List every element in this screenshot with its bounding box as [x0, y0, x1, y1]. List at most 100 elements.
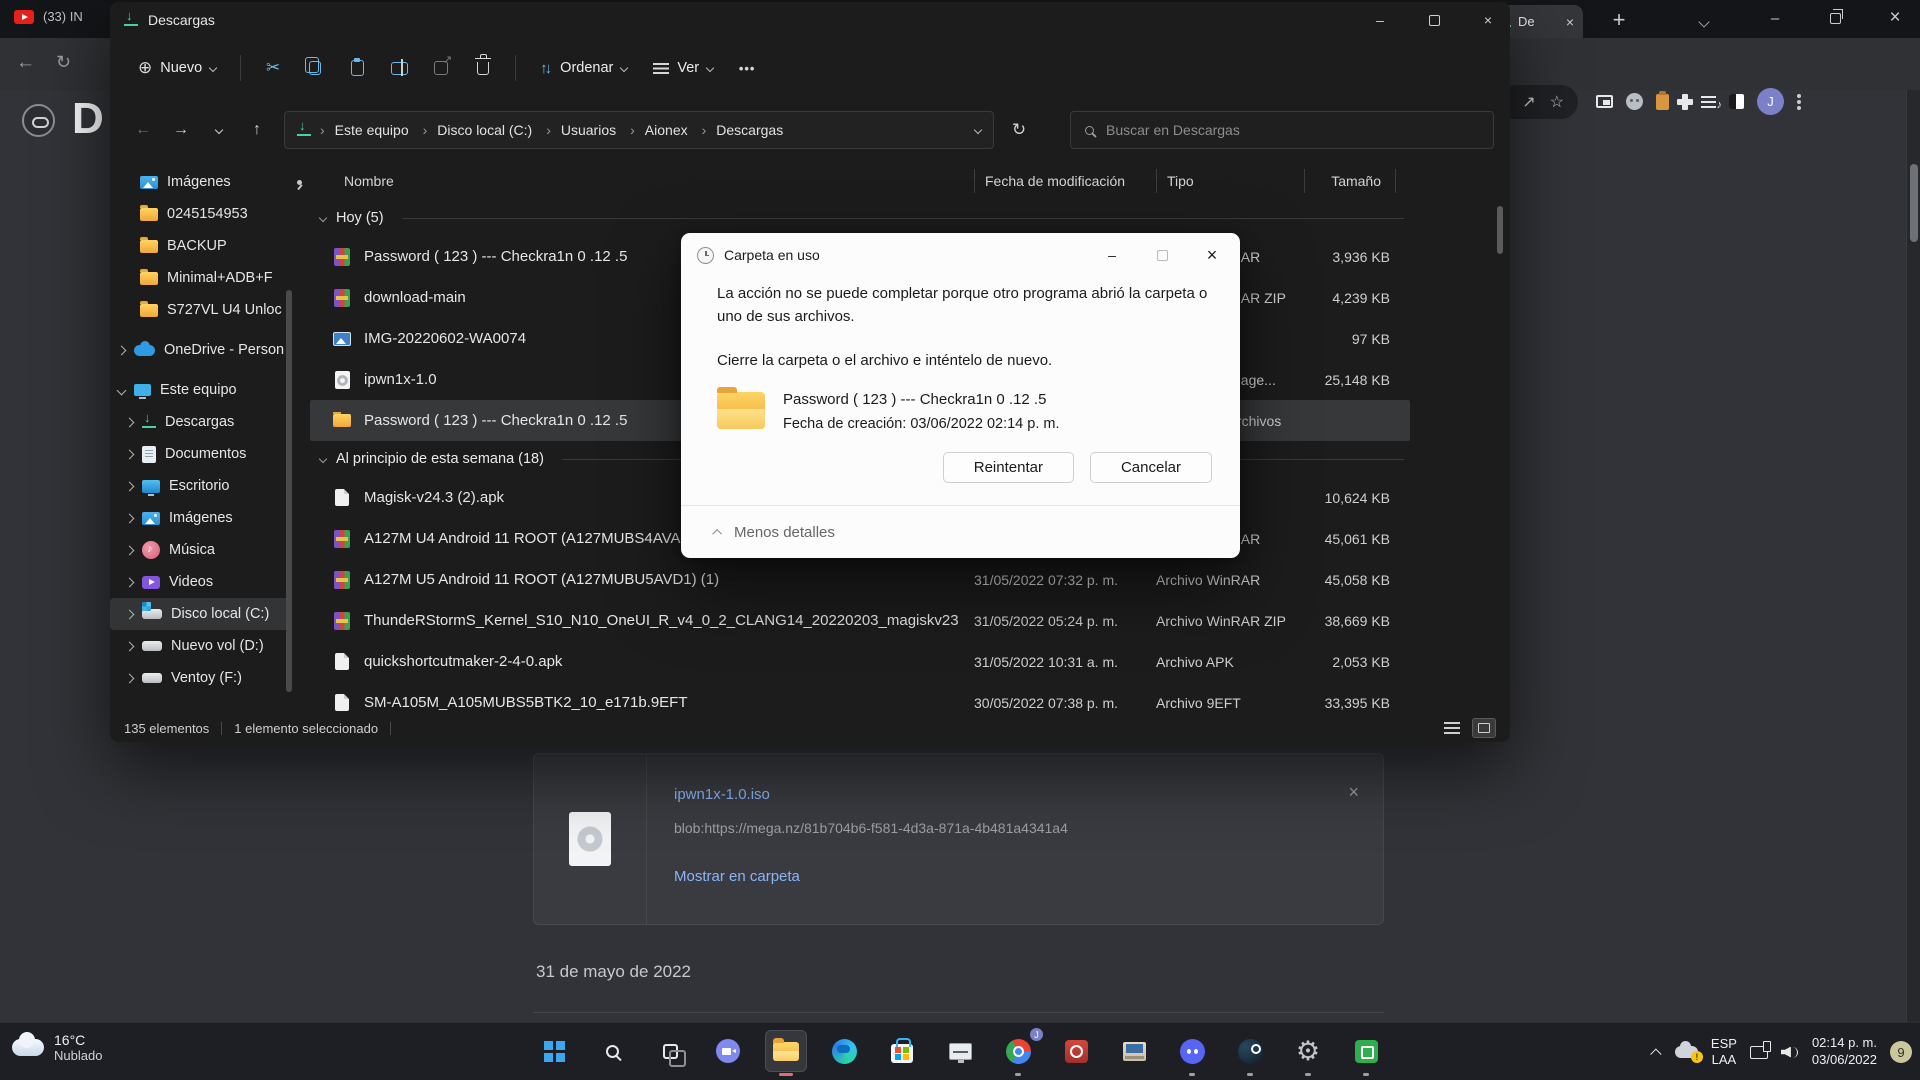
clock[interactable]: 02:14 p. m. 03/06/2022	[1812, 1035, 1877, 1069]
dialog-minimize-button[interactable]: –	[1092, 238, 1132, 272]
onedrive-tray-icon[interactable]	[1675, 1046, 1698, 1058]
sidebar-item[interactable]: Música	[110, 534, 310, 566]
sort-button[interactable]: ↑↓ Ordenar	[530, 49, 637, 87]
address-dropdown-chevron[interactable]	[974, 126, 982, 134]
column-header[interactable]: Tipo	[1156, 169, 1304, 193]
system-app-button[interactable]	[939, 1030, 981, 1072]
details-view-icon[interactable]	[1444, 722, 1460, 735]
group-header-today[interactable]: Hoy (5)	[310, 200, 1410, 236]
tab-search-chevron-icon[interactable]	[1700, 13, 1708, 31]
sidebar-item[interactable]: Documentos	[110, 438, 310, 470]
breadcrumb-item[interactable]: Descargas	[697, 122, 789, 138]
browser-reload-icon[interactable]: ↻	[56, 52, 71, 73]
sidebar-item[interactable]: Descargas	[110, 406, 310, 438]
expand-chevron-icon[interactable]	[125, 673, 135, 683]
extensions-puzzle-icon[interactable]	[1682, 94, 1688, 110]
breadcrumb-item[interactable]: Este equipo	[315, 122, 414, 138]
dialog-maximize-button[interactable]	[1142, 238, 1182, 272]
breadcrumb-item[interactable]: Usuarios	[541, 122, 621, 138]
browser-scrollbar[interactable]	[1906, 90, 1920, 1022]
koala-extension-icon[interactable]	[1626, 93, 1643, 110]
refresh-button[interactable]: ↻	[1002, 113, 1036, 147]
maximize-button[interactable]	[1412, 3, 1456, 37]
show-in-folder-link[interactable]: Mostrar en carpeta	[674, 868, 800, 885]
rename-button[interactable]	[381, 50, 417, 86]
network-icon[interactable]	[1750, 1046, 1768, 1059]
pc-app-button[interactable]	[1113, 1030, 1155, 1072]
less-details-link[interactable]: Menos detalles	[734, 524, 835, 541]
share-icon[interactable]: ↗	[1522, 92, 1535, 112]
retry-button[interactable]: Reintentar	[943, 452, 1074, 483]
expand-chevron-icon[interactable]	[125, 609, 135, 619]
copy-button[interactable]	[297, 50, 333, 86]
expand-chevron-icon[interactable]	[125, 545, 135, 555]
cut-button[interactable]: ✂	[255, 50, 291, 86]
notification-count-badge[interactable]: 9	[1890, 1041, 1912, 1063]
expand-chevron-icon[interactable]	[125, 481, 135, 491]
file-row[interactable]: ThundeRStormS_Kernel_S10_N10_OneUI_R_v4_…	[310, 600, 1410, 641]
pip-extension-icon[interactable]	[1596, 95, 1613, 108]
sidebar-item[interactable]: Escritorio	[110, 470, 310, 502]
clipboard-extension-icon[interactable]	[1656, 94, 1669, 110]
breadcrumb-item[interactable]: Disco local (C:)	[418, 122, 538, 138]
share-button[interactable]	[423, 50, 459, 86]
browser-scrollbar-thumb[interactable]	[1910, 164, 1918, 242]
playlist-extension-icon[interactable]	[1701, 96, 1716, 108]
back-button[interactable]: ←	[126, 113, 160, 147]
file-list-scrollbar-thumb[interactable]	[1497, 206, 1503, 254]
sidebar-item[interactable]: Este equipo	[110, 374, 310, 406]
taskbar-search-button[interactable]	[591, 1030, 633, 1072]
steam-button[interactable]	[1229, 1030, 1271, 1072]
language-indicator[interactable]: ESP LAA	[1711, 1036, 1737, 1069]
view-button[interactable]: Ver	[643, 49, 723, 87]
dialog-close-button[interactable]: ×	[1192, 238, 1232, 272]
sidebar-scrollbar-thumb[interactable]	[286, 290, 292, 692]
recent-locations-chevron[interactable]	[202, 113, 236, 147]
edge-button[interactable]	[823, 1030, 865, 1072]
collapse-chevron-icon[interactable]	[319, 455, 327, 463]
delete-button[interactable]	[465, 50, 501, 86]
chrome-button[interactable]: J	[997, 1030, 1039, 1072]
task-view-button[interactable]	[649, 1030, 691, 1072]
start-button[interactable]	[533, 1030, 575, 1072]
expand-chevron-icon[interactable]	[125, 641, 135, 651]
file-row[interactable]: A127M U5 Android 11 ROOT (A127MUBU5AVD1)…	[310, 559, 1410, 600]
paste-button[interactable]	[339, 50, 375, 86]
file-row[interactable]: quickshortcutmaker-2-4-0.apk 31/05/2022 …	[310, 641, 1410, 682]
green-app-button[interactable]	[1345, 1030, 1387, 1072]
tab-close-icon[interactable]: ×	[1566, 14, 1574, 30]
column-header[interactable]: Tamaño	[1304, 169, 1396, 193]
breadcrumb[interactable]: Este equipo Disco local (C:) Usuarios Ai…	[284, 111, 994, 149]
download-card-close-icon[interactable]: ×	[1348, 782, 1359, 803]
weather-widget[interactable]: 16°C Nublado	[12, 1032, 102, 1063]
sidebar-item[interactable]: 0245154953	[110, 198, 310, 230]
more-options-button[interactable]: •••	[729, 50, 765, 86]
browser-back-icon[interactable]: ←	[16, 52, 35, 74]
browser-minimize-button[interactable]: –	[1752, 0, 1798, 36]
sidebar-item[interactable]: Minimal+ADB+F	[110, 262, 310, 294]
up-button[interactable]: ↑	[240, 113, 274, 147]
minimize-button[interactable]: –	[1358, 3, 1402, 37]
close-button[interactable]: ×	[1466, 3, 1510, 37]
bookmark-star-icon[interactable]: ☆	[1550, 92, 1564, 112]
column-header[interactable]: Fecha de modificación	[974, 169, 1156, 193]
file-explorer-button[interactable]	[765, 1030, 807, 1072]
contrast-extension-icon[interactable]	[1729, 94, 1744, 109]
red-app-button[interactable]	[1055, 1030, 1097, 1072]
browser-close-button[interactable]: ×	[1872, 0, 1918, 36]
sidebar-item[interactable]: Videos	[110, 566, 310, 598]
browser-menu-icon[interactable]	[1797, 94, 1801, 98]
expand-chevron-icon[interactable]	[125, 417, 135, 427]
sidebar-item[interactable]: BACKUP	[110, 230, 310, 262]
browser-restore-button[interactable]	[1812, 0, 1858, 36]
speaker-icon[interactable]	[1781, 1045, 1799, 1060]
discord-button[interactable]	[1171, 1030, 1213, 1072]
sidebar-item[interactable]: Nuevo vol (D:)	[110, 630, 310, 662]
new-button[interactable]: ⊕ Nuevo	[128, 49, 226, 87]
expand-chevron-icon[interactable]	[117, 385, 127, 395]
column-header[interactable]: Nombre	[310, 173, 974, 189]
background-tab[interactable]: (33) IN	[14, 9, 83, 24]
expand-chevron-icon[interactable]	[125, 449, 135, 459]
expand-chevron-icon[interactable]	[125, 577, 135, 587]
large-icons-view-icon[interactable]	[1472, 718, 1496, 738]
